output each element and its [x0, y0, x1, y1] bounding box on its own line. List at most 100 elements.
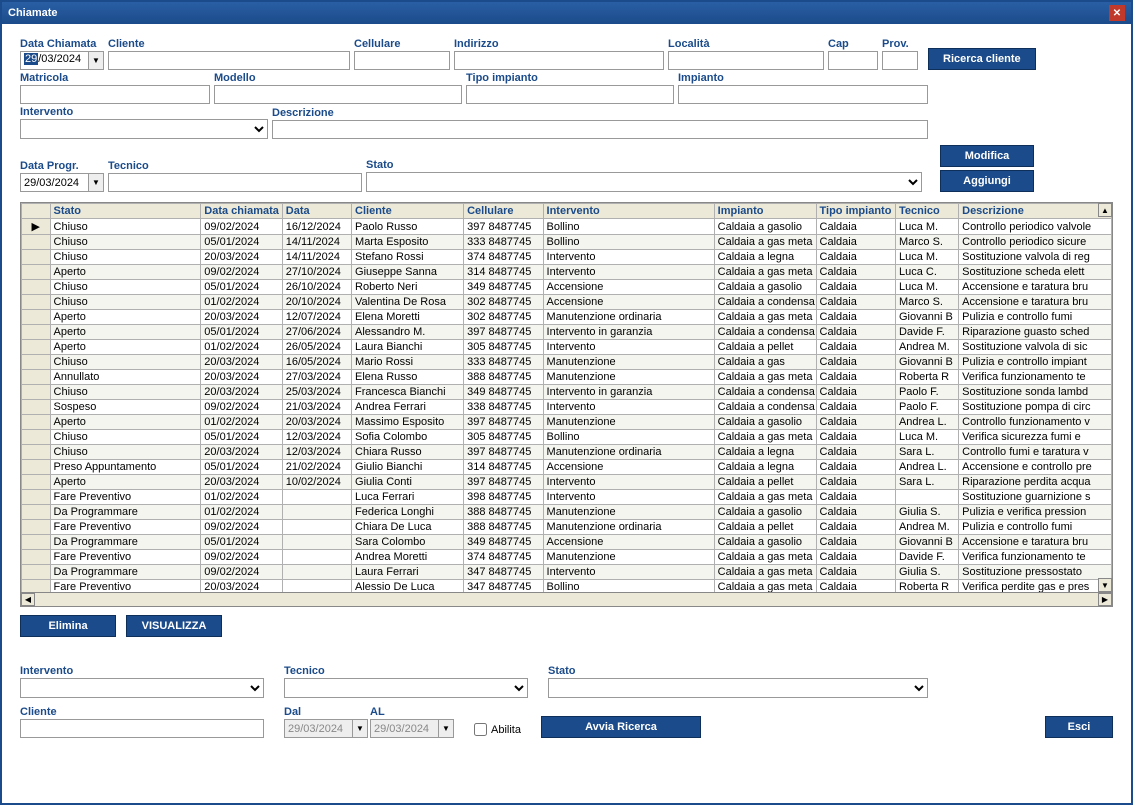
tecnico-input[interactable]	[108, 173, 362, 192]
cell: Sara L.	[895, 445, 958, 460]
indirizzo-input[interactable]	[454, 51, 664, 70]
table-row[interactable]: Fare Preventivo01/02/2024Luca Ferrari398…	[22, 490, 1112, 505]
cell: 397 8487745	[464, 475, 543, 490]
cell: 05/01/2024	[201, 280, 282, 295]
cell: Bollino	[543, 430, 714, 445]
scroll-down-icon[interactable]: ▼	[1098, 578, 1112, 592]
esci-button[interactable]: Esci	[1045, 716, 1113, 738]
hscroll-track[interactable]	[35, 593, 1098, 606]
tipo-impianto-input[interactable]	[466, 85, 674, 104]
cliente-input[interactable]	[108, 51, 350, 70]
table-row[interactable]: Aperto05/01/202427/06/2024Alessandro M.3…	[22, 325, 1112, 340]
table-row[interactable]: Da Programmare01/02/2024Federica Longhi3…	[22, 505, 1112, 520]
table-row[interactable]: Chiuso05/01/202414/11/2024Marta Esposito…	[22, 235, 1112, 250]
cell: 09/02/2024	[201, 219, 282, 235]
col-header[interactable]: Cellulare	[464, 204, 543, 219]
label-modello: Modello	[214, 72, 462, 84]
col-header[interactable]: Data	[282, 204, 351, 219]
visualizza-button[interactable]: VISUALIZZA	[126, 615, 222, 637]
cell: 09/02/2024	[201, 265, 282, 280]
table-row[interactable]: ▶Chiuso09/02/202416/12/2024Paolo Russo39…	[22, 219, 1112, 235]
cell: Controllo periodico sicure	[959, 235, 1112, 250]
table-row[interactable]: Aperto20/03/202412/07/2024Elena Moretti3…	[22, 310, 1112, 325]
cell: 27/03/2024	[282, 370, 351, 385]
table-row[interactable]: Chiuso20/03/202416/05/2024Mario Rossi333…	[22, 355, 1112, 370]
modello-input[interactable]	[214, 85, 462, 104]
filter-stato-select[interactable]	[548, 678, 928, 698]
table-row[interactable]: Chiuso20/03/202425/03/2024Francesca Bian…	[22, 385, 1112, 400]
cell: Accensione e controllo pre	[959, 460, 1112, 475]
cell: 05/01/2024	[201, 535, 282, 550]
matricola-input[interactable]	[20, 85, 210, 104]
prov-input[interactable]	[882, 51, 918, 70]
table-row[interactable]: Preso Appuntamento05/01/202421/02/2024Gi…	[22, 460, 1112, 475]
intervento-select[interactable]	[20, 119, 268, 139]
filter-cliente-input[interactable]	[20, 719, 264, 738]
descrizione-input[interactable]	[272, 120, 928, 139]
aggiungi-button[interactable]: Aggiungi	[940, 170, 1034, 192]
filter-intervento-select[interactable]	[20, 678, 264, 698]
cell: 14/11/2024	[282, 235, 351, 250]
data-chiamata-input[interactable]: 29/03/2024 ▼	[20, 51, 104, 70]
table-row[interactable]: Aperto01/02/202426/05/2024Laura Bianchi3…	[22, 340, 1112, 355]
table-row[interactable]: Chiuso20/03/202412/03/2024Chiara Russo39…	[22, 445, 1112, 460]
table-row[interactable]: Chiuso20/03/202414/11/2024Stefano Rossi3…	[22, 250, 1112, 265]
cell: Intervento	[543, 265, 714, 280]
stato-select[interactable]	[366, 172, 922, 192]
table-row[interactable]: Aperto09/02/202427/10/2024Giuseppe Sanna…	[22, 265, 1112, 280]
scroll-up-icon[interactable]: ▲	[1098, 203, 1112, 217]
cap-input[interactable]	[828, 51, 878, 70]
close-icon[interactable]: ✕	[1109, 5, 1125, 21]
table-row[interactable]: Da Programmare05/01/2024Sara Colombo349 …	[22, 535, 1112, 550]
table-row[interactable]: Chiuso05/01/202412/03/2024Sofia Colombo3…	[22, 430, 1112, 445]
col-header[interactable]: Data chiamata	[201, 204, 282, 219]
cell: 20/03/2024	[201, 310, 282, 325]
table-row[interactable]: Da Programmare09/02/2024Laura Ferrari347…	[22, 565, 1112, 580]
abilita-checkbox[interactable]	[474, 723, 487, 736]
table-row[interactable]: Sospeso09/02/202421/03/2024Andrea Ferrar…	[22, 400, 1112, 415]
cell: Giulio Bianchi	[352, 460, 464, 475]
table-row[interactable]: Aperto20/03/202410/02/2024Giulia Conti39…	[22, 475, 1112, 490]
elimina-button[interactable]: Elimina	[20, 615, 116, 637]
col-header[interactable]: Descrizione	[959, 204, 1112, 219]
scroll-left-icon[interactable]: ◀	[21, 593, 35, 606]
cell: 05/01/2024	[201, 460, 282, 475]
cell: Accensione	[543, 280, 714, 295]
table-row[interactable]: Fare Preventivo09/02/2024Andrea Moretti3…	[22, 550, 1112, 565]
chevron-down-icon[interactable]: ▼	[88, 173, 104, 192]
cell: Caldaia	[816, 475, 895, 490]
col-header[interactable]: Stato	[50, 204, 201, 219]
filter-tecnico-select[interactable]	[284, 678, 528, 698]
cellulare-input[interactable]	[354, 51, 450, 70]
table-row[interactable]: Chiuso01/02/202420/10/2024Valentina De R…	[22, 295, 1112, 310]
modifica-button[interactable]: Modifica	[940, 145, 1034, 167]
cell: Chiuso	[50, 385, 201, 400]
col-header[interactable]: Intervento	[543, 204, 714, 219]
cell: Chiara Russo	[352, 445, 464, 460]
data-progr-input[interactable]: ▼	[20, 173, 104, 192]
data-grid[interactable]: StatoData chiamataDataClienteCellulareIn…	[20, 202, 1113, 607]
cell: Chiuso	[50, 235, 201, 250]
cell: Caldaia	[816, 355, 895, 370]
cell: Intervento	[543, 340, 714, 355]
table-row[interactable]: Annullato20/03/202427/03/2024Elena Russo…	[22, 370, 1112, 385]
cell: Davide F.	[895, 550, 958, 565]
chevron-down-icon[interactable]: ▼	[88, 51, 104, 70]
scroll-right-icon[interactable]: ▶	[1098, 593, 1112, 606]
col-header[interactable]: Cliente	[352, 204, 464, 219]
impianto-input[interactable]	[678, 85, 928, 104]
cell	[282, 535, 351, 550]
avvia-ricerca-button[interactable]: Avvia Ricerca	[541, 716, 701, 738]
col-header[interactable]: Tipo impianto	[816, 204, 895, 219]
col-header[interactable]: Tecnico	[895, 204, 958, 219]
table-row[interactable]: Fare Preventivo09/02/2024Chiara De Luca3…	[22, 520, 1112, 535]
table-row[interactable]: Chiuso05/01/202426/10/2024Roberto Neri34…	[22, 280, 1112, 295]
table-row[interactable]: Aperto01/02/202420/03/2024Massimo Esposi…	[22, 415, 1112, 430]
cell	[895, 490, 958, 505]
col-header[interactable]: Impianto	[714, 204, 816, 219]
ricerca-cliente-button[interactable]: Ricerca cliente	[928, 48, 1036, 70]
cell: Caldaia	[816, 219, 895, 235]
localita-input[interactable]	[668, 51, 824, 70]
cell: Sofia Colombo	[352, 430, 464, 445]
filter-label-intervento: Intervento	[20, 665, 264, 677]
